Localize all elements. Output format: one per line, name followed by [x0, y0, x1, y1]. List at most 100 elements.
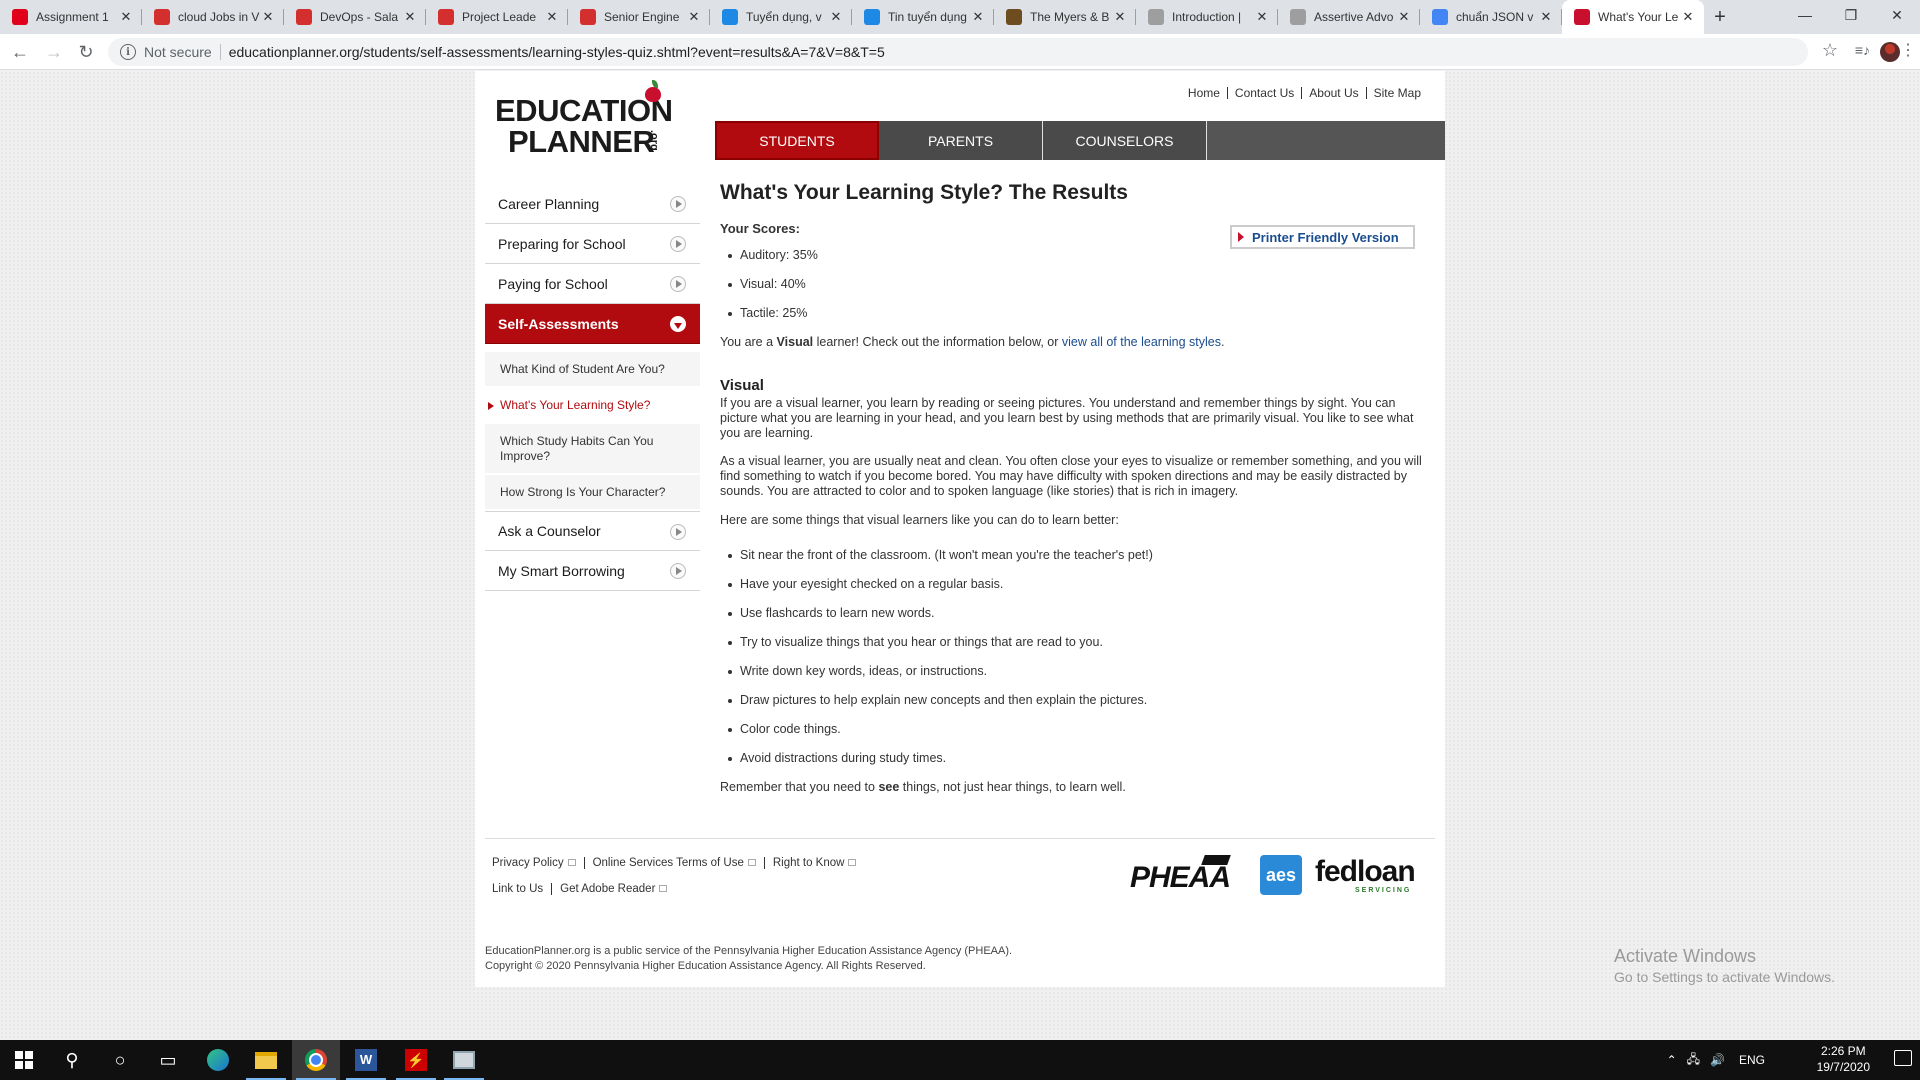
url-text[interactable]: educationplanner.org/students/self-asses… [229, 44, 885, 60]
scores-list: Auditory: 35% Visual: 40% Tactile: 25% [720, 248, 1435, 321]
snipping-tool-icon[interactable] [440, 1040, 488, 1080]
info-icon[interactable]: i [120, 44, 136, 60]
minimize-button[interactable]: — [1782, 0, 1828, 30]
close-tab-icon[interactable]: ✕ [686, 9, 702, 25]
browser-tab[interactable]: DevOps - Sala ✕ [284, 0, 426, 34]
cortana-icon[interactable]: ○ [96, 1040, 144, 1080]
language-indicator[interactable]: ENG [1739, 1053, 1765, 1067]
pheaa-logo[interactable]: PHEAA [1130, 855, 1231, 895]
tip-item: Write down key words, ideas, or instruct… [728, 664, 1435, 679]
close-tab-icon[interactable]: ✕ [970, 9, 986, 25]
top-link-contact[interactable]: Contact Us [1226, 87, 1301, 99]
sidebar-item-preparing[interactable]: Preparing for School [485, 224, 700, 264]
tab-title: chuẩn JSON v [1456, 10, 1534, 24]
flash-app-icon[interactable]: ⚡ [392, 1040, 440, 1080]
expand-arrow-icon[interactable] [670, 276, 686, 292]
sidebar-item-label: My Smart Borrowing [498, 562, 625, 579]
word-icon[interactable]: W [342, 1040, 390, 1080]
close-tab-icon[interactable]: ✕ [118, 9, 134, 25]
network-icon[interactable]: 🖧 [1687, 1050, 1700, 1071]
browser-tab[interactable]: Project Leade ✕ [426, 0, 568, 34]
chrome-icon[interactable] [292, 1040, 340, 1080]
top-link-home[interactable]: Home [1181, 87, 1227, 99]
restore-button[interactable]: ❐ [1828, 0, 1874, 30]
subitem-study-habits[interactable]: Which Study Habits Can You Improve? [485, 424, 700, 475]
browser-tab[interactable]: The Myers & B ✕ [994, 0, 1136, 34]
file-explorer-icon[interactable] [242, 1040, 290, 1080]
view-all-styles-link[interactable]: view all of the learning styles [1062, 335, 1221, 349]
sidebar-item-career-planning[interactable]: Career Planning [485, 184, 700, 224]
expand-arrow-icon[interactable] [670, 236, 686, 252]
printer-friendly-button[interactable]: Printer Friendly Version [1230, 225, 1415, 249]
browser-tab[interactable]: cloud Jobs in V ✕ [142, 0, 284, 34]
close-tab-icon[interactable]: ✕ [544, 9, 560, 25]
expand-arrow-icon[interactable] [670, 524, 686, 540]
sidebar-item-smart-borrowing[interactable]: My Smart Borrowing [485, 551, 700, 591]
reload-button[interactable]: ↻ [72, 38, 100, 66]
notification-icon[interactable] [1894, 1050, 1912, 1066]
pheaa-logo-text: PHEAA [1130, 861, 1231, 894]
subitem-student-kind[interactable]: What Kind of Student Are You? [485, 352, 700, 388]
close-window-button[interactable]: ✕ [1874, 0, 1920, 30]
footer-link-right-to-know[interactable]: Right to Know [763, 857, 865, 869]
tip-item: Color code things. [728, 722, 1435, 737]
browser-tab[interactable]: Tuyển dụng, v ✕ [710, 0, 852, 34]
close-tab-icon[interactable]: ✕ [1538, 9, 1554, 25]
close-tab-icon[interactable]: ✕ [1254, 9, 1270, 25]
browser-tab[interactable]: chuẩn JSON v ✕ [1420, 0, 1562, 34]
nav-parents[interactable]: PARENTS [879, 121, 1043, 160]
sidebar-item-paying[interactable]: Paying for School [485, 264, 700, 304]
browser-tab[interactable]: Assignment 1 ✕ [0, 0, 142, 34]
close-tab-icon[interactable]: ✕ [1680, 9, 1696, 25]
browser-tab[interactable]: Assertive Advo ✕ [1278, 0, 1420, 34]
browser-tab[interactable]: Introduction | ✕ [1136, 0, 1278, 34]
tip-item: Have your eyesight checked on a regular … [728, 577, 1435, 592]
profile-avatar[interactable] [1880, 42, 1900, 62]
volume-icon[interactable]: 🔊 [1710, 1053, 1725, 1067]
task-view-icon[interactable]: ▭ [144, 1040, 192, 1080]
close-tab-icon[interactable]: ✕ [402, 9, 418, 25]
favicon-icon [438, 9, 454, 25]
close-tab-icon[interactable]: ✕ [828, 9, 844, 25]
media-control-icon[interactable]: ≡♪ [1855, 42, 1870, 58]
address-bar[interactable]: i Not secure educationplanner.org/studen… [108, 38, 1808, 66]
chevron-up-icon[interactable]: ⌃ [1667, 1053, 1677, 1067]
section-title: Visual [720, 377, 764, 394]
footer-link-adobe[interactable]: Get Adobe Reader [551, 883, 675, 895]
back-button[interactable]: ← [6, 38, 34, 66]
top-link-about[interactable]: About Us [1301, 87, 1365, 99]
footer-link-privacy[interactable]: Privacy Policy [492, 857, 584, 869]
footer-link-terms[interactable]: Online Services Terms of Use [583, 857, 764, 869]
bookmark-star-icon[interactable]: ☆ [1822, 40, 1838, 61]
subitem-character[interactable]: How Strong Is Your Character? [485, 475, 700, 511]
close-tab-icon[interactable]: ✕ [260, 9, 276, 25]
close-tab-icon[interactable]: ✕ [1112, 9, 1128, 25]
nav-counselors[interactable]: COUNSELORS [1043, 121, 1207, 160]
edge-icon[interactable] [194, 1040, 242, 1080]
fedloan-logo[interactable]: fedloan SERVICING [1315, 855, 1416, 894]
subitem-learning-style[interactable]: What's Your Learning Style? [485, 388, 700, 424]
menu-kebab-icon[interactable]: ⋮ [1900, 40, 1916, 60]
top-link-sitemap[interactable]: Site Map [1365, 87, 1428, 99]
forward-button[interactable]: → [40, 38, 68, 66]
sidebar-item-ask-counselor[interactable]: Ask a Counselor [485, 511, 700, 551]
expand-arrow-icon[interactable] [670, 196, 686, 212]
clock[interactable]: 2:26 PM 19/7/2020 [1817, 1043, 1870, 1075]
sidebar-item-self-assessments[interactable]: Self-Assessments [485, 304, 700, 344]
fedloan-sub: SERVICING [1355, 887, 1412, 894]
browser-tab[interactable]: Senior Engine ✕ [568, 0, 710, 34]
remember-suffix: things, not just hear things, to learn w… [899, 779, 1126, 794]
windows-start-icon[interactable] [0, 1040, 48, 1080]
expand-arrow-icon[interactable] [670, 563, 686, 579]
browser-tab[interactable]: What's Your Le ✕ [1562, 0, 1704, 34]
close-tab-icon[interactable]: ✕ [1396, 9, 1412, 25]
collapse-arrow-icon[interactable] [670, 316, 686, 332]
search-icon[interactable]: ⚲ [48, 1040, 96, 1080]
aes-logo[interactable]: aes [1260, 855, 1302, 895]
new-tab-button[interactable]: + [1704, 0, 1736, 34]
site-logo[interactable]: EDUCATION PLANNER .org [495, 80, 673, 165]
footer-link-link-to-us[interactable]: Link to Us [492, 883, 551, 895]
result-sentence: You are a Visual learner! Check out the … [720, 335, 1435, 349]
nav-students[interactable]: STUDENTS [715, 121, 879, 160]
browser-tab[interactable]: Tin tuyển dụng ✕ [852, 0, 994, 34]
